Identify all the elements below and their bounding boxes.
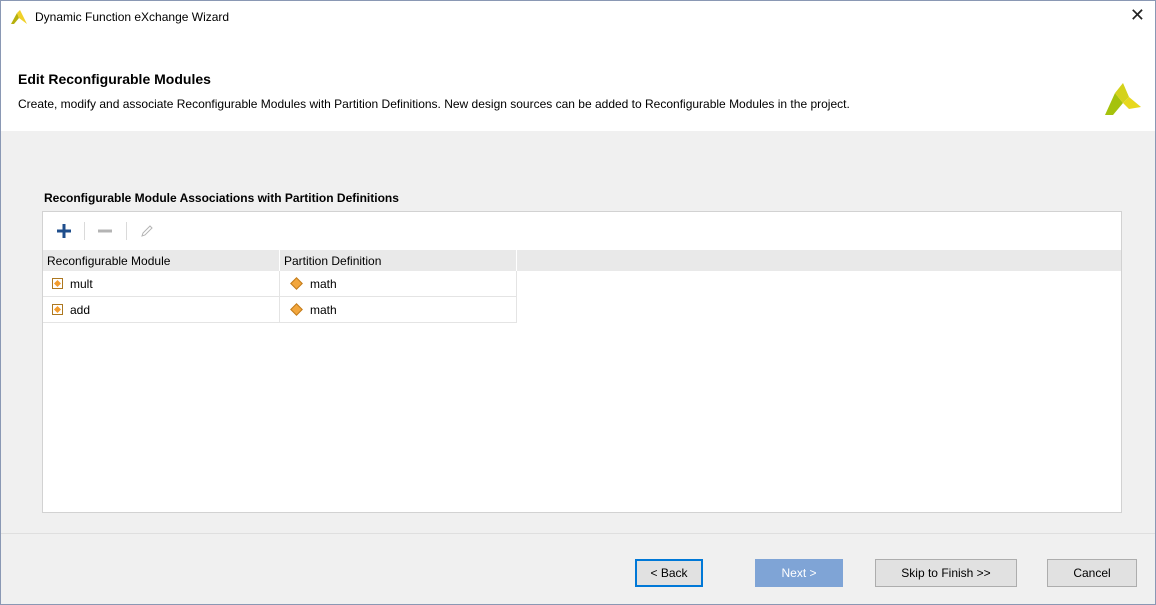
skip-to-finish-button[interactable]: Skip to Finish >> — [875, 559, 1017, 587]
partition-name: math — [310, 276, 337, 291]
reconfigurable-module-icon — [52, 278, 63, 289]
partition-cell[interactable]: math — [280, 271, 517, 297]
table-header: Reconfigurable Module Partition Definiti… — [43, 250, 1121, 271]
section-label: Reconfigurable Module Associations with … — [44, 191, 399, 205]
column-header-partition-definition[interactable]: Partition Definition — [279, 250, 516, 271]
module-cell[interactable]: mult — [43, 271, 280, 297]
cancel-button[interactable]: Cancel — [1047, 559, 1137, 587]
column-header-filler — [516, 250, 1121, 271]
reconfigurable-module-icon — [52, 304, 63, 315]
table-toolbar — [43, 212, 1121, 251]
module-name: mult — [70, 276, 93, 291]
associations-table: Reconfigurable Module Partition Definiti… — [43, 250, 1121, 323]
associations-panel: Reconfigurable Module Partition Definiti… — [42, 211, 1122, 513]
page-title: Edit Reconfigurable Modules — [18, 71, 211, 87]
wizard-header: Edit Reconfigurable Modules Create, modi… — [1, 31, 1155, 132]
plus-icon[interactable] — [53, 220, 75, 242]
toolbar-divider — [126, 222, 127, 240]
module-cell[interactable]: add — [43, 297, 280, 323]
table-row[interactable]: add math — [43, 297, 1121, 323]
next-button[interactable]: Next > — [755, 559, 843, 587]
partition-definition-icon — [290, 277, 303, 290]
wizard-footer: < Back Next > Skip to Finish >> Cancel — [1, 533, 1155, 604]
page-description: Create, modify and associate Reconfigura… — [18, 97, 850, 111]
back-button[interactable]: < Back — [635, 559, 703, 587]
partition-name: math — [310, 302, 337, 317]
partition-definition-icon — [290, 303, 303, 316]
title-bar: Dynamic Function eXchange Wizard ✕ — [1, 1, 1155, 31]
table-row[interactable]: mult math — [43, 271, 1121, 297]
window-title: Dynamic Function eXchange Wizard — [35, 10, 230, 24]
xilinx-logo-icon — [1105, 83, 1141, 115]
minus-icon[interactable] — [94, 220, 116, 242]
wizard-window: Dynamic Function eXchange Wizard ✕ Edit … — [0, 0, 1156, 605]
wizard-content: Reconfigurable Module Associations with … — [1, 131, 1155, 533]
partition-cell[interactable]: math — [280, 297, 517, 323]
toolbar-divider — [84, 222, 85, 240]
module-name: add — [70, 302, 91, 317]
pencil-icon[interactable] — [136, 220, 158, 242]
column-header-reconfigurable-module[interactable]: Reconfigurable Module — [43, 250, 279, 271]
xilinx-logo-icon — [11, 10, 27, 24]
close-icon[interactable]: ✕ — [1130, 5, 1145, 25]
